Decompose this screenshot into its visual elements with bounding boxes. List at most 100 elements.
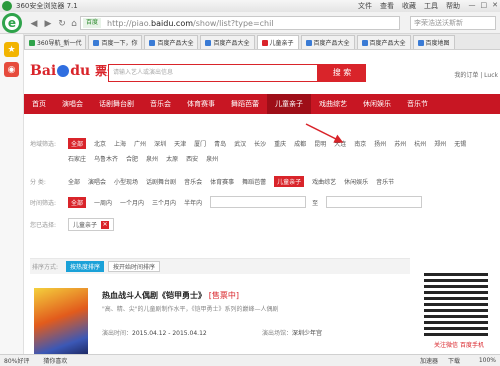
- city-option[interactable]: 无锡: [454, 139, 466, 148]
- tab-baidu-products-2[interactable]: 百度产品大全: [200, 35, 255, 49]
- browser-home-logo-icon[interactable]: e: [2, 13, 22, 33]
- sort-by-time-button[interactable]: 按开始时间排序: [108, 261, 161, 272]
- city-option[interactable]: 泉州: [146, 154, 158, 163]
- city-option[interactable]: 天津: [174, 139, 186, 148]
- category-option[interactable]: 音乐会: [184, 177, 202, 186]
- rating-status[interactable]: 80%好评: [4, 356, 29, 365]
- category-option[interactable]: 话剧舞台剧: [146, 177, 176, 186]
- category-option[interactable]: 戏曲综艺: [312, 177, 336, 186]
- menu-file[interactable]: 文件: [358, 1, 372, 11]
- browser-search-input[interactable]: 李荣浩送沃斯新: [410, 16, 496, 30]
- category-option[interactable]: 休闲娱乐: [344, 177, 368, 186]
- city-option[interactable]: 厦门: [194, 139, 206, 148]
- city-option[interactable]: 成都: [294, 139, 306, 148]
- city-option[interactable]: 青岛: [214, 139, 226, 148]
- city-option[interactable]: 郑州: [434, 139, 446, 148]
- remove-filter-icon[interactable]: ✕: [101, 220, 110, 229]
- baidu-piao-logo[interactable]: Baidu 票务: [30, 62, 119, 79]
- city-option[interactable]: 重庆: [274, 139, 286, 148]
- site-search-input[interactable]: 请输入艺人或演出信息: [108, 64, 318, 82]
- time-option[interactable]: 三个月内: [152, 198, 176, 207]
- city-option[interactable]: 北京: [94, 139, 106, 148]
- nav-festival[interactable]: 音乐节: [399, 94, 436, 114]
- maximize-icon[interactable]: □: [481, 1, 488, 9]
- city-option[interactable]: 杭州: [414, 139, 426, 148]
- city-option[interactable]: 太原: [166, 154, 178, 163]
- nav-home[interactable]: 首页: [24, 94, 54, 114]
- home-icon[interactable]: ⌂: [68, 18, 80, 30]
- event-poster[interactable]: [34, 288, 88, 354]
- nav-leisure[interactable]: 休闲娱乐: [355, 94, 399, 114]
- city-option-dalian[interactable]: 大连: [334, 139, 346, 148]
- category-filter-row: 分 类: 全部 演唱会 小型现场 话剧舞台剧 音乐会 体育赛事 舞蹈芭蕾 儿童亲…: [30, 176, 402, 187]
- category-option[interactable]: 全部: [68, 177, 80, 186]
- city-option[interactable]: 上海: [114, 139, 126, 148]
- menu-help[interactable]: 帮助: [446, 1, 460, 11]
- menu-favorites[interactable]: 收藏: [402, 1, 416, 11]
- category-option-selected[interactable]: 儿童亲子: [274, 176, 305, 187]
- nav-music[interactable]: 音乐会: [142, 94, 179, 114]
- tab-baidu-products-1[interactable]: 百度产品大全: [144, 35, 199, 49]
- event-list-item[interactable]: 热血战斗人偶剧《铠甲勇士》 [售票中] "高、精、尖"的儿童剧制作水平，《铠甲勇…: [30, 282, 410, 354]
- url-bar[interactable]: 百度 http://piao.baidu.com/show/list?type=…: [80, 16, 400, 30]
- header-user-links[interactable]: 我的订单 | Luck: [454, 70, 498, 79]
- minimize-icon[interactable]: —: [469, 1, 476, 9]
- time-option[interactable]: 一周内: [94, 198, 112, 207]
- category-option[interactable]: 小型现场: [114, 177, 138, 186]
- accelerator-button[interactable]: 加速器: [420, 356, 438, 365]
- menu-tools[interactable]: 工具: [424, 1, 438, 11]
- city-option[interactable]: 长沙: [254, 139, 266, 148]
- event-time: 演出时间：2015.04.12 - 2015.04.12: [102, 330, 207, 337]
- category-option[interactable]: 舞蹈芭蕾: [242, 177, 266, 186]
- city-option[interactable]: 泉州: [206, 154, 218, 163]
- back-arrow-icon[interactable]: ◀: [28, 18, 40, 30]
- city-option[interactable]: 广州: [134, 139, 146, 148]
- category-option[interactable]: 音乐节: [376, 177, 394, 186]
- sort-by-hot-button[interactable]: 按热度排序: [66, 261, 105, 272]
- search-button[interactable]: 搜 索: [318, 64, 366, 82]
- city-option[interactable]: 武汉: [234, 139, 246, 148]
- event-title[interactable]: 热血战斗人偶剧《铠甲勇士》 [售票中]: [102, 290, 239, 301]
- city-option[interactable]: 昆明: [314, 139, 326, 148]
- tab-360-nav[interactable]: 360导航_新一代: [24, 35, 87, 49]
- forward-arrow-icon[interactable]: ▶: [42, 18, 54, 30]
- nav-sports[interactable]: 体育赛事: [179, 94, 223, 114]
- city-option[interactable]: 苏州: [394, 139, 406, 148]
- tab-baidu-products-3[interactable]: 百度产品大全: [300, 35, 355, 49]
- menu-view[interactable]: 查看: [380, 1, 394, 11]
- end-date-input[interactable]: [326, 196, 423, 208]
- city-option[interactable]: 南京: [354, 139, 366, 148]
- tab-children[interactable]: 儿童亲子: [256, 35, 299, 49]
- city-option[interactable]: 深圳: [154, 139, 166, 148]
- tab-baidu-map[interactable]: 百度地图: [412, 35, 455, 49]
- refresh-icon[interactable]: ↻: [56, 18, 68, 30]
- time-option[interactable]: 半年内: [184, 198, 202, 207]
- nav-drama[interactable]: 话剧舞台剧: [91, 94, 142, 114]
- sort-bar: 排序方式: 按热度排序 按开始时间排序: [30, 258, 410, 274]
- city-option[interactable]: 合肥: [126, 154, 138, 163]
- category-option[interactable]: 演唱会: [88, 177, 106, 186]
- browser-statusbar: 80%好评 猜你喜欢 加速器 下载 100%: [0, 354, 500, 366]
- time-option[interactable]: 全部: [68, 196, 87, 208]
- city-option[interactable]: 扬州: [374, 139, 386, 148]
- selected-filter-chip[interactable]: 儿童亲子 ✕: [68, 218, 115, 231]
- category-option[interactable]: 体育赛事: [210, 177, 234, 186]
- star-icon[interactable]: ★: [4, 42, 19, 57]
- city-option[interactable]: 西安: [186, 154, 198, 163]
- city-option[interactable]: 石家庄: [68, 154, 86, 163]
- nav-children[interactable]: 儿童亲子: [267, 94, 311, 114]
- nav-concert[interactable]: 演唱会: [54, 94, 91, 114]
- guess-you-like-status[interactable]: 猜你喜欢: [43, 356, 67, 365]
- weibo-icon[interactable]: ◉: [4, 62, 19, 77]
- close-icon[interactable]: ✕: [492, 1, 498, 9]
- time-option[interactable]: 一个月内: [120, 198, 144, 207]
- tab-baidu[interactable]: 百度一下，你: [88, 35, 143, 49]
- nav-dance[interactable]: 舞蹈芭蕾: [223, 94, 267, 114]
- city-option[interactable]: 乌鲁木齐: [94, 154, 118, 163]
- nav-opera[interactable]: 戏曲综艺: [311, 94, 355, 114]
- zoom-level[interactable]: 100%: [479, 357, 496, 364]
- start-date-input[interactable]: [210, 196, 307, 208]
- city-option[interactable]: 全部: [68, 138, 87, 149]
- download-button[interactable]: 下载: [448, 356, 460, 365]
- tab-baidu-products-4[interactable]: 百度产品大全: [356, 35, 411, 49]
